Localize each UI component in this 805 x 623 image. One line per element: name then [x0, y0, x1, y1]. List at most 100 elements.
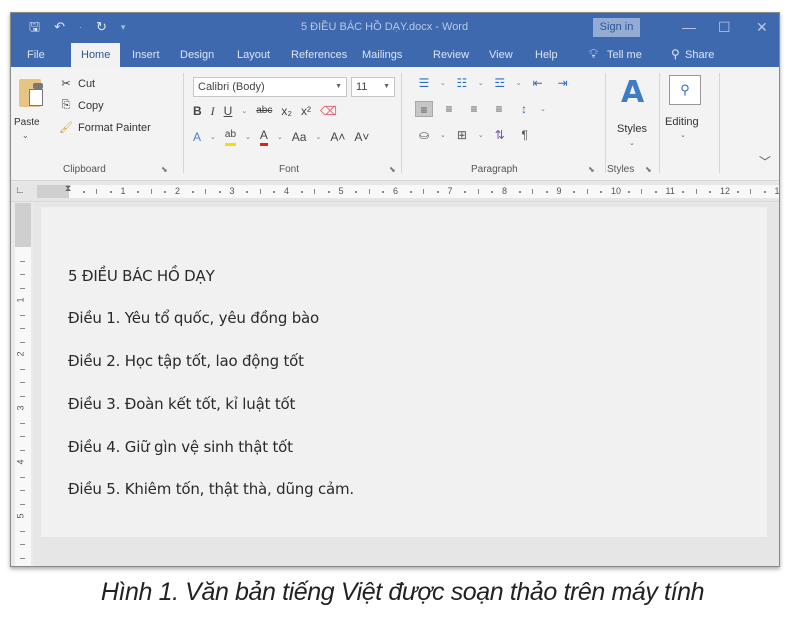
ruler-number: 7 — [447, 186, 453, 196]
superscript-button[interactable]: x² — [301, 103, 311, 119]
align-left-icon[interactable]: ≡ — [415, 101, 433, 117]
line-spacing-icon[interactable]: ↕ — [515, 101, 533, 117]
maximize-button[interactable]: ☐ — [718, 18, 731, 36]
sort-icon[interactable]: ⇅ — [491, 127, 509, 143]
document-line[interactable]: Điều 4. Giữ gìn vệ sinh thật tốt — [68, 438, 293, 456]
format-painter-button[interactable]: 🖌︎ Format Painter — [59, 121, 151, 135]
italic-button[interactable]: I — [211, 103, 215, 119]
grow-font-button[interactable]: A˄ — [330, 129, 345, 145]
align-center-icon[interactable]: ≡ — [440, 101, 458, 117]
share-button[interactable]: Share — [685, 43, 714, 67]
decrease-indent-icon[interactable]: ⇤ — [529, 75, 547, 91]
bullets-icon[interactable]: ☰ — [415, 75, 433, 91]
ruler-tick — [300, 191, 303, 193]
cut-label: Cut — [78, 77, 96, 90]
ruler-tick — [518, 191, 521, 193]
chevron-down-icon[interactable]: ⌄ — [440, 131, 446, 139]
tab-help[interactable]: Help — [535, 43, 558, 67]
subscript-button[interactable]: x₂ — [281, 103, 292, 119]
ruler-tick — [382, 191, 385, 193]
document-page[interactable]: 5 ĐIỀU BÁC HỒ DẠY Điều 1. Yêu tổ quốc, y… — [41, 207, 767, 537]
chevron-down-icon[interactable]: ⌄ — [315, 133, 321, 141]
undo-icon[interactable]: ↶ — [54, 19, 65, 35]
font-color-icon[interactable]: A — [259, 127, 268, 146]
collapse-ribbon-icon[interactable]: ﹀ — [759, 153, 771, 170]
document-line[interactable]: Điều 3. Đoàn kết tốt, kỉ luật tốt — [68, 395, 295, 413]
ruler-tick — [20, 260, 25, 262]
ruler-tick — [573, 191, 576, 193]
highlight-icon[interactable]: ab — [224, 127, 237, 146]
minimize-button[interactable]: — — [682, 18, 696, 36]
close-button[interactable]: ✕ — [756, 18, 768, 36]
ruler-tick — [368, 189, 370, 194]
chevron-down-icon[interactable]: ⌄ — [245, 133, 251, 141]
ruler-tick — [709, 191, 712, 193]
styles-launcher-icon[interactable]: ⬊ — [645, 165, 652, 174]
tell-me-search[interactable]: Tell me — [607, 43, 642, 67]
tab-design[interactable]: Design — [180, 43, 214, 67]
increase-indent-icon[interactable]: ⇥ — [554, 75, 572, 91]
ruler-number: 5 — [338, 186, 344, 196]
document-line[interactable]: Điều 5. Khiêm tốn, thật thà, dũng cảm. — [68, 480, 354, 498]
paragraph-group: ☰ ⌄ ☷ ⌄ ☲ ⌄ ⇤ ⇥ ≡ ≡ ≡ ≡ ↕ ⌄ ⛀ ⌄ ⊞ ⌄ ⇅ ¶ … — [403, 71, 603, 177]
save-icon[interactable]: 🖫 — [29, 19, 40, 35]
shrink-font-button[interactable]: A˅ — [354, 129, 369, 145]
underline-button[interactable]: U — [224, 103, 233, 119]
document-title-line[interactable]: 5 ĐIỀU BÁC HỒ DẠY — [68, 267, 215, 285]
change-case-button[interactable]: Aa — [292, 129, 307, 145]
tab-file[interactable]: File — [27, 43, 45, 67]
text-effects-icon[interactable]: A — [193, 129, 201, 145]
chevron-down-icon[interactable]: ⌄ — [478, 79, 484, 87]
redo-icon[interactable]: ↻ — [96, 19, 107, 35]
bold-button[interactable]: B — [193, 103, 202, 119]
sign-in-button[interactable]: Sign in — [593, 18, 640, 37]
document-line[interactable]: Điều 1. Yêu tổ quốc, yêu đồng bào — [68, 309, 319, 327]
horizontal-ruler[interactable]: ∟ ⧗ 12345678910111213 — [11, 182, 779, 202]
copy-label: Copy — [78, 99, 104, 112]
shading-icon[interactable]: ⛀ — [415, 127, 433, 143]
styles-icon: A — [621, 75, 645, 110]
ruler-tick — [20, 490, 25, 491]
ruler-tick — [355, 191, 358, 193]
copy-button[interactable]: ⎘ Copy — [59, 99, 104, 112]
cut-button[interactable]: ✂ Cut — [59, 77, 96, 91]
chevron-down-icon[interactable]: ⌄ — [516, 79, 522, 87]
clear-formatting-icon[interactable]: ⌫ — [320, 103, 337, 119]
chevron-down-icon[interactable]: ⌄ — [440, 79, 446, 87]
tab-review[interactable]: Review — [433, 43, 469, 67]
chevron-down-icon[interactable]: ⌄ — [277, 133, 283, 141]
ruler-tick — [150, 189, 152, 194]
ruler-tick — [20, 328, 25, 329]
tab-references[interactable]: References — [291, 43, 347, 67]
customize-qat-icon[interactable]: ▾ — [121, 22, 126, 33]
chevron-down-icon[interactable]: ⌄ — [210, 133, 216, 141]
indent-marker-icon[interactable]: ⧗ — [65, 183, 71, 194]
ruler-tick — [20, 314, 25, 316]
justify-icon[interactable]: ≡ — [490, 101, 508, 117]
chevron-down-icon[interactable]: ⌄ — [241, 107, 247, 115]
tab-mailings[interactable]: Mailings — [362, 43, 402, 67]
borders-icon[interactable]: ⊞ — [453, 127, 471, 143]
tab-view[interactable]: View — [489, 43, 513, 67]
tab-selector-icon[interactable]: ∟ — [15, 185, 25, 196]
font-name-select[interactable]: Calibri (Body) ▼ — [193, 77, 347, 97]
clipboard-launcher-icon[interactable]: ⬊ — [161, 165, 168, 174]
tab-layout[interactable]: Layout — [237, 43, 270, 67]
strikethrough-button[interactable]: abc — [256, 103, 272, 119]
ruler-tick — [20, 395, 25, 397]
paragraph-launcher-icon[interactable]: ⬊ — [588, 165, 595, 174]
tab-home[interactable]: Home — [71, 43, 121, 67]
vertical-ruler[interactable]: 1 2 3 4 5 — [15, 203, 31, 566]
paintbrush-icon: 🖌︎ — [59, 122, 73, 134]
align-right-icon[interactable]: ≡ — [465, 101, 483, 117]
chevron-down-icon[interactable]: ⌄ — [540, 105, 546, 113]
document-line[interactable]: Điều 2. Học tập tốt, lao động tốt — [68, 352, 304, 370]
font-size-select[interactable]: 11 ▼ — [351, 77, 395, 97]
multilevel-list-icon[interactable]: ☲ — [491, 75, 509, 91]
font-launcher-icon[interactable]: ⬊ — [389, 165, 396, 174]
numbering-icon[interactable]: ☷ — [453, 75, 471, 91]
show-marks-icon[interactable]: ¶ — [516, 127, 534, 143]
tab-insert[interactable]: Insert — [132, 43, 160, 67]
chevron-down-icon[interactable]: ⌄ — [478, 131, 484, 139]
undo-dropdown-icon[interactable]: · — [79, 22, 82, 32]
